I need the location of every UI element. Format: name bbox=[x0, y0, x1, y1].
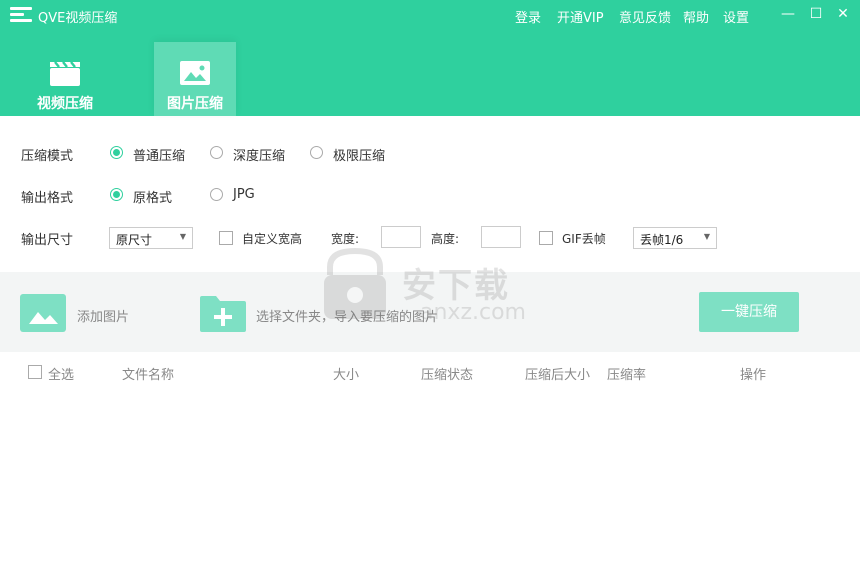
app-title: QVE视频压缩 bbox=[38, 11, 118, 26]
width-input[interactable] bbox=[381, 226, 421, 248]
chevron-down-icon: ▼ bbox=[179, 232, 186, 241]
gif-drop-select-value: 丢帧1/6 bbox=[640, 233, 684, 247]
format-jpg-radio[interactable] bbox=[210, 188, 223, 201]
tab-label: 视频压缩 bbox=[37, 96, 93, 112]
close-button[interactable]: ✕ bbox=[835, 6, 851, 22]
mode-deep-radio[interactable] bbox=[210, 146, 223, 159]
title-bar: QVE视频压缩 登录 开通VIP 意见反馈 帮助 设置 — ☐ ✕ bbox=[0, 0, 860, 30]
compress-all-button[interactable]: 一键压缩 bbox=[699, 292, 799, 332]
tab-video-compress[interactable]: 视频压缩 bbox=[24, 42, 106, 116]
action-bar: 添加图片 选择文件夹，导入要压缩的图片 一键压缩 bbox=[0, 272, 860, 352]
gif-drop-select[interactable]: 丢帧1/6 ▼ bbox=[633, 227, 717, 249]
choose-folder-button[interactable]: 选择文件夹，导入要压缩的图片 bbox=[256, 306, 438, 325]
width-label: 宽度: bbox=[331, 232, 360, 246]
mode-normal-radio[interactable] bbox=[110, 146, 123, 159]
select-all-label: 全选 bbox=[48, 368, 75, 383]
mode-label: 压缩模式 bbox=[21, 149, 74, 164]
minimize-button[interactable]: — bbox=[780, 6, 796, 22]
format-jpg-label: JPG bbox=[233, 187, 255, 202]
settings-link[interactable]: 设置 bbox=[723, 7, 749, 26]
folder-add-icon[interactable] bbox=[200, 294, 246, 332]
column-header-actions: 操作 bbox=[740, 368, 767, 383]
gif-drop-label: GIF丢帧 bbox=[562, 232, 606, 246]
height-label: 高度: bbox=[431, 232, 460, 246]
header-bar: QVE视频压缩 登录 开通VIP 意见反馈 帮助 设置 — ☐ ✕ 视频压缩 图… bbox=[0, 0, 860, 116]
column-header-filename: 文件名称 bbox=[122, 368, 175, 383]
login-link[interactable]: 登录 bbox=[515, 7, 541, 26]
mode-normal-label: 普通压缩 bbox=[133, 149, 186, 164]
custom-size-label: 自定义宽高 bbox=[242, 232, 303, 246]
maximize-button[interactable]: ☐ bbox=[808, 6, 824, 22]
mode-extreme-radio[interactable] bbox=[310, 146, 323, 159]
tab-label: 图片压缩 bbox=[167, 96, 223, 112]
clapperboard-icon bbox=[50, 61, 80, 86]
column-header-status: 压缩状态 bbox=[421, 368, 474, 383]
feedback-link[interactable]: 意见反馈 bbox=[619, 7, 671, 26]
custom-size-checkbox[interactable] bbox=[219, 231, 233, 245]
mode-extreme-label: 极限压缩 bbox=[333, 149, 386, 164]
help-link[interactable]: 帮助 bbox=[683, 7, 709, 26]
tab-image-compress[interactable]: 图片压缩 bbox=[154, 42, 236, 116]
vip-link[interactable]: 开通VIP bbox=[557, 7, 604, 26]
column-header-size: 大小 bbox=[333, 368, 360, 383]
chevron-down-icon: ▼ bbox=[703, 232, 710, 241]
app-logo-icon bbox=[10, 7, 32, 23]
gif-drop-checkbox[interactable] bbox=[539, 231, 553, 245]
column-header-ratio: 压缩率 bbox=[607, 368, 647, 383]
size-select-value: 原尺寸 bbox=[116, 233, 153, 247]
column-header-compressed-size: 压缩后大小 bbox=[525, 368, 591, 383]
add-image-button[interactable]: 添加图片 bbox=[77, 306, 129, 325]
format-original-label: 原格式 bbox=[133, 191, 173, 206]
size-label: 输出尺寸 bbox=[21, 233, 74, 248]
format-original-radio[interactable] bbox=[110, 188, 123, 201]
height-input[interactable] bbox=[481, 226, 521, 248]
select-all-checkbox[interactable] bbox=[28, 365, 42, 379]
add-image-icon[interactable] bbox=[20, 294, 66, 332]
mode-deep-label: 深度压缩 bbox=[233, 149, 286, 164]
format-label: 输出格式 bbox=[21, 191, 74, 206]
size-select[interactable]: 原尺寸 ▼ bbox=[109, 227, 193, 249]
image-icon bbox=[180, 61, 210, 85]
